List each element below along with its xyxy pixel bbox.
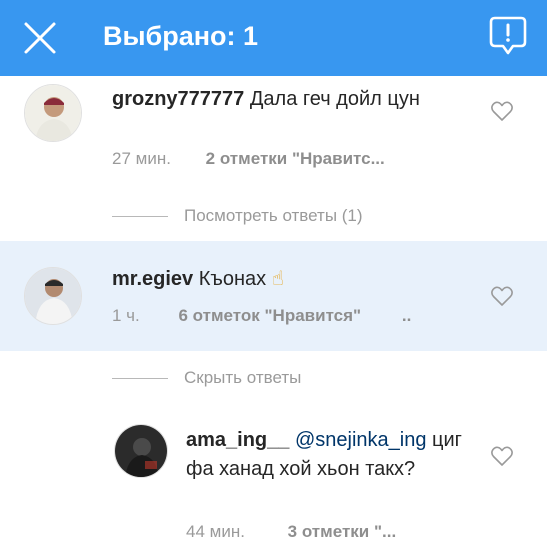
comment-time: 27 мин. [112, 149, 171, 168]
comment-text: Дала геч дойл цун [249, 88, 420, 110]
comment-username[interactable]: grozny777777 [112, 88, 244, 110]
comment-username[interactable]: mr.egiev [112, 268, 193, 290]
close-icon [24, 22, 56, 54]
comment-item[interactable]: grozny777777 Дала геч дойл цун 27 мин. 2… [0, 76, 547, 241]
comment-time: 1 ч. [112, 306, 140, 325]
like-button[interactable] [490, 100, 514, 122]
like-button[interactable] [490, 445, 514, 467]
mention-link[interactable]: @snejinka_ing [295, 429, 427, 451]
comment-likes-count[interactable]: 3 отметки "... [288, 522, 397, 541]
selection-count-title: Выбрано: 1 [103, 21, 259, 51]
hide-replies-label: Скрыть ответы [184, 368, 302, 387]
more-options[interactable]: .. [402, 306, 411, 325]
selection-toolbar: Выбрано: 1 [0, 0, 547, 76]
heart-icon [491, 286, 513, 306]
view-replies-label: Посмотреть ответы (1) [184, 206, 363, 225]
close-button[interactable] [20, 18, 60, 58]
avatar[interactable] [24, 267, 82, 325]
replies-divider [112, 216, 168, 217]
comment-username[interactable]: ama_ing__ [186, 429, 289, 451]
heart-icon [491, 101, 513, 121]
comment-likes-count[interactable]: 6 отметок "Нравится" [179, 306, 362, 325]
avatar[interactable] [24, 84, 82, 142]
comment-text: Къонах [198, 268, 267, 290]
like-button[interactable] [490, 285, 514, 307]
reply-item[interactable]: ama_ing__ @snejinka_ing циг фа ханад хой… [0, 410, 547, 557]
report-icon [489, 16, 527, 55]
heart-icon [491, 446, 513, 466]
replies-divider [112, 378, 168, 379]
comment-item-selected[interactable]: mr.egiev Къонах ☝ 1 ч. 6 отметок "Нравит… [0, 241, 547, 351]
comment-likes-count[interactable]: 2 отметки "Нравитс... [206, 149, 385, 168]
pointing-up-emoji: ☝ [271, 268, 284, 290]
avatar[interactable] [114, 424, 168, 478]
comment-time: 44 мин. [186, 522, 245, 541]
report-button[interactable] [487, 14, 529, 58]
